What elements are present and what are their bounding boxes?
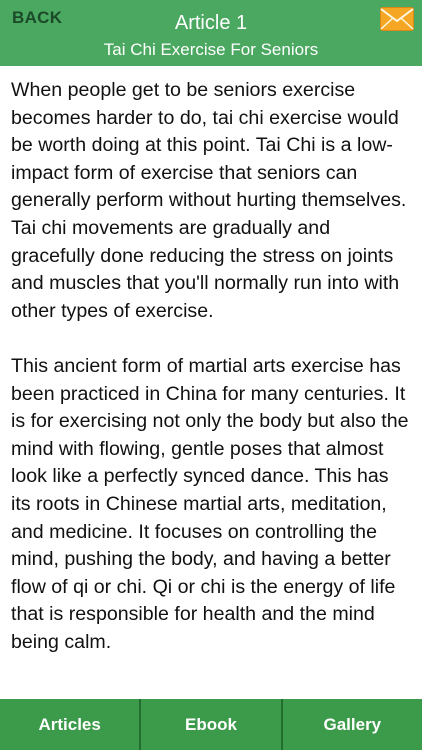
tab-gallery[interactable]: Gallery — [282, 699, 422, 750]
article-paragraph: This ancient form of martial arts exerci… — [11, 354, 409, 653]
envelope-icon[interactable] — [380, 7, 414, 31]
article-body[interactable]: When people get to be seniors exercise b… — [0, 66, 422, 699]
tab-articles[interactable]: Articles — [0, 699, 142, 750]
page-title: Article 1 — [174, 12, 248, 34]
bottom-tab-bar: Articles Ebook Gallery — [0, 699, 422, 750]
article-paragraph: When people get to be seniors exercise b… — [11, 79, 407, 322]
header-bar: BACK Article 1 Tai Chi Exercise For Seni… — [0, 0, 422, 66]
page-subtitle: Tai Chi Exercise For Seniors — [103, 40, 319, 59]
tab-ebook[interactable]: Ebook — [141, 699, 283, 750]
